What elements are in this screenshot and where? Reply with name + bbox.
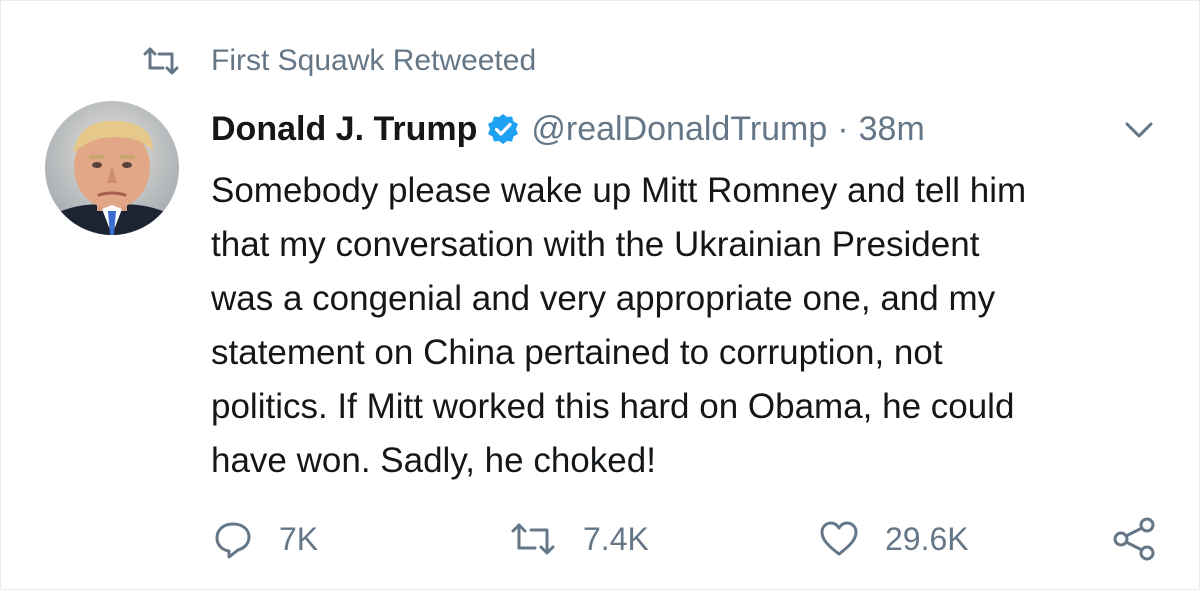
retweet-icon: [509, 521, 557, 557]
tweet-card[interactable]: First Squawk Retweeted Donald J. Trump @…: [0, 0, 1200, 590]
share-icon: [1113, 517, 1157, 561]
retweeted-by-label[interactable]: First Squawk Retweeted: [211, 44, 536, 78]
avatar[interactable]: [45, 101, 179, 235]
separator-dot: ·: [837, 109, 849, 148]
tweet-timestamp[interactable]: 38m: [859, 110, 925, 149]
heart-icon: [819, 520, 859, 558]
share-button[interactable]: [1113, 511, 1157, 567]
retweet-button[interactable]: 7.4K: [509, 511, 649, 567]
verified-badge-icon: [487, 113, 519, 145]
author-handle[interactable]: @realDonaldTrump: [531, 110, 827, 149]
retweet-count: 7.4K: [583, 520, 649, 557]
like-button[interactable]: 29.6K: [819, 511, 969, 567]
retweet-context: First Squawk Retweeted: [141, 39, 536, 83]
author-name[interactable]: Donald J. Trump: [211, 110, 477, 149]
reply-button[interactable]: 7K: [213, 511, 318, 567]
reply-icon: [213, 519, 253, 559]
like-count: 29.6K: [885, 520, 969, 557]
action-bar: 7K 7.4K 29.6K: [1, 511, 1200, 567]
chevron-down-icon[interactable]: [1121, 115, 1157, 145]
retweet-icon: [141, 46, 181, 76]
reply-count: 7K: [279, 520, 319, 557]
tweet-header: Donald J. Trump @realDonaldTrump · 38m: [211, 105, 925, 153]
tweet-text: Somebody please wake up Mitt Romney and …: [211, 171, 1027, 480]
